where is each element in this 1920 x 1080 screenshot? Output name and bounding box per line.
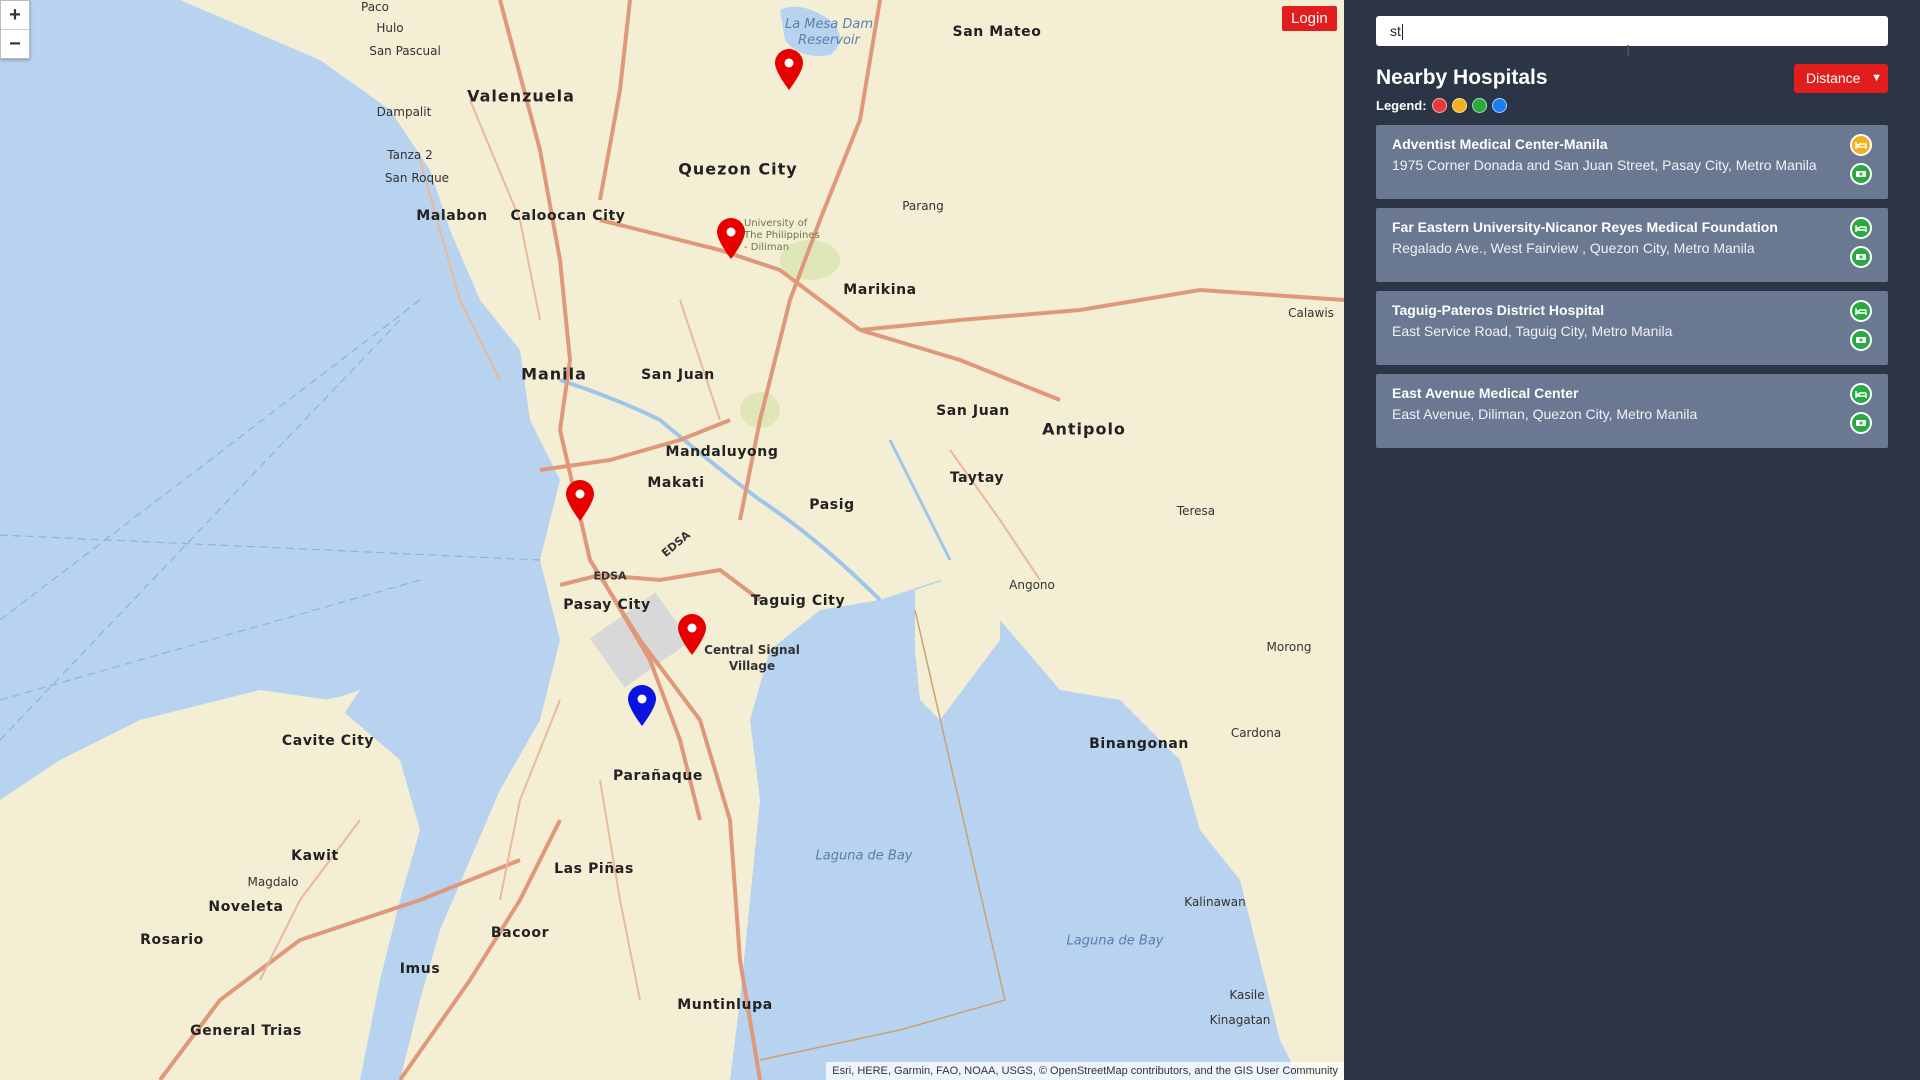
map-label: San Mateo <box>952 24 1042 40</box>
map-label: Imus <box>399 961 441 977</box>
map-label: Kasile <box>1229 988 1265 1002</box>
map-label: Binangonan <box>1089 736 1189 752</box>
zoom-in-button[interactable]: + <box>1 1 29 29</box>
map-label: Parang <box>902 199 944 213</box>
legend-dot-blue <box>1491 98 1507 113</box>
map-label: Morong <box>1266 640 1312 654</box>
text-cursor-icon: I <box>1626 43 1631 60</box>
sort-dropdown[interactable]: Distance ▼ <box>1794 64 1888 93</box>
map-label: Teresa <box>1176 504 1216 518</box>
hospital-address: East Avenue, Diliman, Quezon City, Metro… <box>1392 406 1698 422</box>
hospital-address: East Service Road, Taguig City, Metro Ma… <box>1392 323 1673 339</box>
map-label: Manila <box>521 364 587 384</box>
login-button[interactable]: Login <box>1282 6 1337 31</box>
map-label: Antipolo <box>1042 419 1126 439</box>
hospital-name: Taguig-Pateros District Hospital <box>1392 302 1605 318</box>
map-label: San Roque <box>384 171 450 185</box>
map-label: San Juan <box>641 367 715 383</box>
bed-icon <box>1850 217 1872 239</box>
hospital-address: 1975 Corner Donada and San Juan Street, … <box>1392 157 1817 173</box>
map-label: Muntinlupa <box>677 997 773 1013</box>
legend-label: Legend: <box>1376 98 1427 113</box>
bed-icon <box>1850 383 1872 405</box>
map-label: Kalinawan <box>1184 895 1246 909</box>
hospital-card[interactable]: Adventist Medical Center-Manila 1975 Cor… <box>1376 125 1888 199</box>
map-attribution: Esri, HERE, Garmin, FAO, NOAA, USGS, © O… <box>826 1062 1344 1080</box>
hospital-name: Far Eastern University-Nicanor Reyes Med… <box>1392 219 1778 235</box>
map-label: La Mesa Dam Reservoir <box>784 17 874 48</box>
legend-dot-green <box>1471 98 1487 113</box>
map-label: Rosario <box>140 932 204 948</box>
map-label: San Pascual <box>369 44 441 58</box>
map-label: EDSA <box>593 569 627 583</box>
map-label: Marikina <box>843 282 917 298</box>
map-label: Angono <box>1009 578 1055 592</box>
map-label: Mandaluyong <box>665 444 779 460</box>
map-label: Cardona <box>1230 726 1282 740</box>
search-input[interactable]: st <box>1376 16 1888 46</box>
hospital-marker[interactable] <box>676 613 708 657</box>
hospital-address: Regalado Ave., West Fairview , Quezon Ci… <box>1392 240 1755 256</box>
user-location-marker[interactable] <box>626 684 658 728</box>
map-label: Hulo <box>376 21 404 35</box>
search-input-value: st <box>1390 23 1401 39</box>
map-label: Parañaque <box>613 768 703 784</box>
hospital-name: Adventist Medical Center-Manila <box>1392 136 1608 152</box>
map-label: Quezon City <box>678 159 798 179</box>
map-label: Laguna de Bay <box>1066 933 1164 949</box>
map-label: Tanza 2 <box>387 148 433 162</box>
hospital-name: East Avenue Medical Center <box>1392 385 1579 401</box>
ambulance-icon <box>1850 329 1872 351</box>
sort-dropdown-value: Distance <box>1806 70 1861 86</box>
text-caret <box>1401 24 1403 41</box>
map-label: Valenzuela <box>467 86 575 106</box>
map-label: Paco <box>361 0 389 14</box>
map-label: Taytay <box>949 470 1005 486</box>
legend: Legend: <box>1376 98 1507 113</box>
map-label: Calawis <box>1288 306 1334 320</box>
ambulance-icon <box>1850 163 1872 185</box>
map-label: Dampalit <box>376 105 432 119</box>
map-label: Laguna de Bay <box>815 848 913 864</box>
zoom-out-button[interactable]: − <box>1 29 29 58</box>
bed-icon <box>1850 300 1872 322</box>
map-label: Pasay City <box>563 597 651 613</box>
map-label: Las Piñas <box>554 861 634 877</box>
ambulance-icon <box>1850 412 1872 434</box>
map-label: Kinagatan <box>1209 1013 1271 1027</box>
map-label: San Juan <box>936 403 1010 419</box>
map-label: Caloocan City <box>510 208 626 224</box>
map-label: Bacoor <box>490 925 550 941</box>
map-label: Cavite City <box>281 733 375 749</box>
map-label: Taguig City <box>750 593 846 609</box>
hospital-card[interactable]: East Avenue Medical Center East Avenue, … <box>1376 374 1888 448</box>
chevron-down-icon: ▼ <box>1871 72 1882 84</box>
hospital-marker[interactable] <box>773 48 805 92</box>
hospital-card[interactable]: Far Eastern University-Nicanor Reyes Med… <box>1376 208 1888 282</box>
legend-dot-red <box>1431 98 1447 113</box>
page-title: Nearby Hospitals <box>1376 66 1548 89</box>
map-label: Magdalo <box>247 875 299 889</box>
hospital-marker[interactable] <box>564 479 596 523</box>
map-label: Kawit <box>291 848 339 864</box>
map-label: Pasig <box>809 497 855 513</box>
map-label: Malabon <box>416 208 488 224</box>
bed-icon <box>1850 134 1872 156</box>
map-label: Central Signal Village <box>704 643 800 673</box>
sidebar: st Nearby Hospitals Distance ▼ Legend: A… <box>1344 0 1920 1080</box>
hospital-card[interactable]: Taguig-Pateros District Hospital East Se… <box>1376 291 1888 365</box>
map-label: General Trias <box>190 1023 302 1039</box>
map-label: Noveleta <box>208 899 284 915</box>
ambulance-icon <box>1850 246 1872 268</box>
zoom-control: + − <box>0 0 30 59</box>
hospital-list: Adventist Medical Center-Manila 1975 Cor… <box>1376 125 1888 457</box>
map-view[interactable]: Paco Hulo San Pascual Dampalit Tanza 2 S… <box>0 0 1344 1080</box>
map-label: Makati <box>647 475 705 491</box>
legend-dot-yellow <box>1451 98 1467 113</box>
map-label: University of The Philippines - Diliman <box>744 218 820 253</box>
hospital-marker[interactable] <box>715 217 747 261</box>
